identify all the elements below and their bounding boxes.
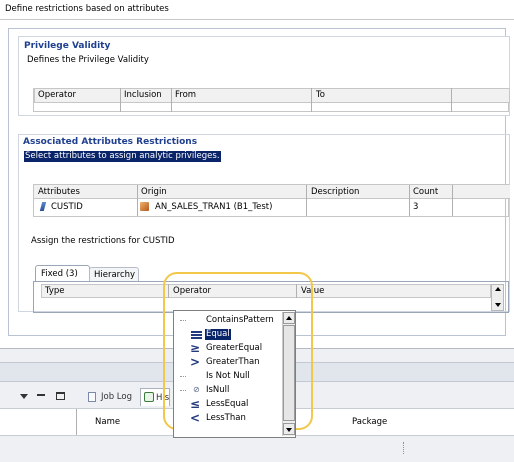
- scroll-up-icon: [286, 316, 292, 320]
- maximize-icon[interactable]: [56, 392, 65, 400]
- col-from[interactable]: From: [175, 90, 196, 101]
- associated-attributes-title: Associated Attributes Restrictions: [23, 137, 198, 147]
- col-separator: [76, 409, 77, 435]
- privilege-validity-table: Operator Inclusion From To: [33, 88, 510, 112]
- tab-hierarchy-label: Hierarchy: [94, 270, 136, 280]
- col-to[interactable]: To: [316, 90, 325, 101]
- values-scrollbar[interactable]: [491, 284, 504, 311]
- col-inclusion[interactable]: Inclusion: [124, 90, 162, 101]
- option-label: GreaterEqual: [206, 343, 263, 353]
- tree-line: [180, 376, 186, 377]
- attributes-table: Attributes Origin Description Count CUST…: [33, 184, 510, 217]
- operator-dropdown[interactable]: ContainsPattern Equal ≥ GreaterEqual > G…: [173, 310, 296, 438]
- less-equal-icon: ≤: [190, 397, 201, 411]
- scroll-thumb[interactable]: [283, 325, 295, 421]
- col-separator: [171, 88, 172, 112]
- col-separator: [311, 88, 312, 112]
- greater-equal-icon: ≥: [190, 341, 201, 355]
- option-label: Is Not Null: [206, 371, 250, 381]
- associated-attributes-hint: Select attributes to assign analytic pri…: [24, 151, 221, 162]
- option-label: LessThan: [206, 413, 246, 423]
- col-description[interactable]: Description: [311, 187, 359, 198]
- row-origin: AN_SALES_TRAN1 (B1_Test): [155, 202, 273, 212]
- list-item[interactable]: < LessThan: [174, 412, 282, 426]
- option-label: LessEqual: [206, 399, 249, 409]
- col-operator[interactable]: Operator: [38, 90, 76, 101]
- option-label: GreaterThan: [206, 357, 260, 367]
- option-label: Equal: [205, 329, 231, 340]
- col-separator: [451, 88, 452, 112]
- privilege-validity-subtitle: Defines the Privilege Validity: [27, 55, 149, 65]
- tab-fixed[interactable]: Fixed (3): [35, 265, 90, 282]
- dropdown-scrollbar[interactable]: [282, 312, 295, 436]
- less-than-icon: <: [190, 411, 201, 425]
- col-type[interactable]: Type: [45, 286, 65, 297]
- view-menu-icon[interactable]: [20, 394, 28, 399]
- scroll-down-icon: [286, 428, 292, 432]
- list-item[interactable]: > GreaterThan: [174, 356, 282, 370]
- section-divider: [0, 19, 514, 20]
- attributes-table-header: [34, 185, 510, 199]
- greater-than-icon: >: [190, 355, 201, 369]
- option-label: IsNull: [206, 385, 230, 395]
- equal-icon-mid: [191, 334, 202, 336]
- is-null-icon: ⊘: [193, 385, 200, 394]
- scroll-down-icon[interactable]: [495, 303, 501, 307]
- scroll-up-button[interactable]: [283, 312, 295, 324]
- col-attributes[interactable]: Attributes: [38, 187, 80, 198]
- history-icon: [144, 392, 154, 402]
- tab-hierarchy[interactable]: Hierarchy: [89, 267, 139, 282]
- option-label: ContainsPattern: [206, 315, 274, 325]
- section-title: Define restrictions based on attributes: [5, 4, 169, 14]
- tab-fixed-label: Fixed (3): [41, 269, 78, 279]
- assign-restrictions-label: Assign the restrictions for CUSTID: [31, 236, 175, 246]
- view-toolbar: [0, 388, 80, 408]
- tree-line: [180, 320, 186, 321]
- row-count: 3: [413, 202, 419, 212]
- tab-job-log[interactable]: Job Log: [84, 388, 138, 406]
- attribute-icon: [39, 202, 47, 211]
- col-count[interactable]: Count: [413, 187, 438, 198]
- col-origin[interactable]: Origin: [141, 187, 167, 198]
- dropdown-list: ContainsPattern Equal ≥ GreaterEqual > G…: [174, 311, 282, 437]
- minimize-icon[interactable]: [37, 394, 45, 396]
- list-item[interactable]: Is Not Null: [174, 370, 282, 384]
- list-item-selected[interactable]: Equal: [174, 328, 282, 342]
- col-package[interactable]: Package: [352, 417, 387, 428]
- list-item[interactable]: ≤ LessEqual: [174, 398, 282, 412]
- table-row[interactable]: CUSTID AN_SALES_TRAN1 (B1_Test) 3: [34, 200, 508, 214]
- list-item[interactable]: ≥ GreaterEqual: [174, 342, 282, 356]
- tree-line: [180, 390, 186, 391]
- tab-job-log-label: Job Log: [101, 392, 132, 402]
- list-item[interactable]: ⊘ IsNull: [174, 384, 282, 398]
- sash-grip[interactable]: [403, 442, 404, 454]
- job-log-icon: [88, 392, 96, 402]
- scroll-up-icon[interactable]: [495, 287, 501, 291]
- privilege-table-header: [34, 88, 510, 103]
- privilege-validity-title: Privilege Validity: [24, 41, 111, 51]
- cube-icon: [140, 202, 149, 211]
- col-name[interactable]: Name: [95, 417, 120, 428]
- list-item[interactable]: ContainsPattern: [174, 314, 282, 328]
- col-separator: [120, 88, 121, 112]
- row-attribute: CUSTID: [51, 202, 83, 212]
- scroll-down-button[interactable]: [283, 423, 295, 435]
